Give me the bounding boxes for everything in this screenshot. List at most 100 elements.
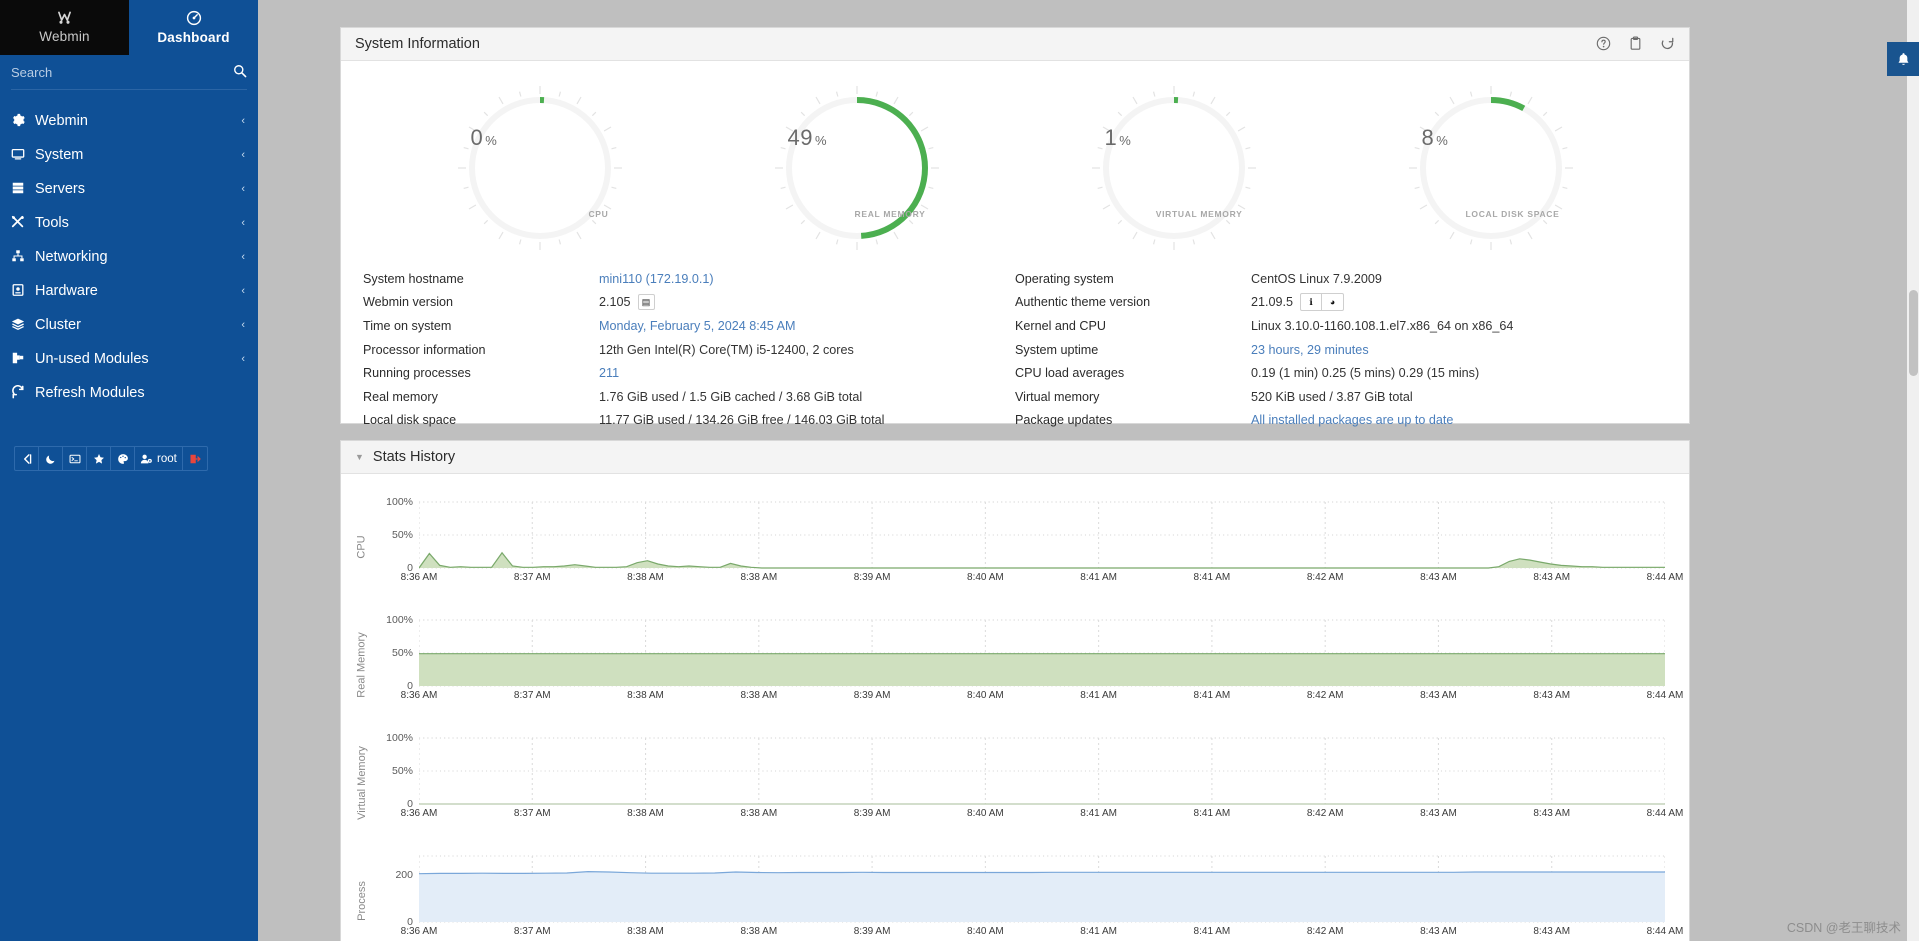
layers-icon bbox=[11, 317, 35, 334]
chart-virtual-memory-axis-label: Virtual Memory bbox=[356, 746, 369, 820]
info-circle-icon[interactable]: ℹ bbox=[1301, 294, 1323, 311]
x-tick-label: 8:41 AM bbox=[1080, 690, 1117, 701]
user-account-button[interactable]: root bbox=[135, 447, 183, 470]
y-tick-label: 200 bbox=[395, 868, 413, 881]
info-row: Operating system CentOS Linux 7.9.2009 bbox=[1015, 267, 1667, 291]
favorites-button[interactable] bbox=[87, 447, 111, 470]
gauge-virtual-memory-label: VIRTUAL MEMORY bbox=[1155, 209, 1243, 219]
sidebar-item-hardware[interactable]: Hardware ‹ bbox=[0, 274, 258, 308]
terminal-button[interactable] bbox=[63, 447, 87, 470]
y-tick-label: 100% bbox=[386, 496, 413, 508]
chart-real-memory-plot: 8:36 AM 8:37 AM 8:38 AM 8:38 AM 8:39 AM 8:40 … bbox=[401, 606, 1683, 724]
collapse-sidebar-button[interactable] bbox=[15, 447, 39, 470]
stats-history-title: Stats History bbox=[372, 449, 456, 465]
sidebar-item-label: System bbox=[35, 147, 84, 163]
gauge-cpu-value: 0% bbox=[470, 125, 498, 150]
x-tick-label: 8:39 AM bbox=[853, 926, 891, 937]
info-row: Local disk space 11.77 GiB used / 134.26 … bbox=[363, 409, 1015, 433]
y-tick-label: 50% bbox=[391, 647, 413, 659]
palette-icon[interactable]: ◕ bbox=[1322, 294, 1343, 310]
sidebar-item-label: Hardware bbox=[35, 283, 98, 299]
gauge-local-disk-space-value: 8% bbox=[1421, 125, 1449, 150]
gauge-cpu: 0% CPU bbox=[449, 77, 631, 259]
help-icon[interactable] bbox=[1596, 36, 1611, 53]
brand-webmin-tab[interactable]: Webmin bbox=[0, 0, 129, 55]
gauge-real-memory: 49% REAL MEMORY bbox=[766, 77, 948, 259]
info-key: Local disk space bbox=[363, 413, 457, 428]
info-value-text: 21.09.5 bbox=[1251, 295, 1294, 310]
sidebar-item-label: Servers bbox=[35, 181, 85, 197]
webmin-logo-icon bbox=[56, 11, 73, 28]
page-scrollbar-thumb[interactable] bbox=[1909, 290, 1918, 376]
info-row: Running processes 211 bbox=[363, 361, 1015, 385]
sidebar-item-webmin[interactable]: Webmin ‹ bbox=[0, 104, 258, 138]
chart-real-memory-axis-label: Real Memory bbox=[356, 632, 368, 698]
chevron-left-icon: ‹ bbox=[241, 251, 245, 263]
info-value[interactable]: 23 hours, 29 minutes bbox=[1251, 343, 1369, 357]
x-tick-label: 8:36 AM bbox=[400, 690, 438, 701]
theme-action-buttons: ℹ ◕ bbox=[1300, 293, 1345, 312]
search-bar[interactable] bbox=[11, 55, 247, 90]
chevron-down-icon[interactable]: ▼ bbox=[355, 452, 364, 462]
sidebar-item-system[interactable]: System ‹ bbox=[0, 138, 258, 172]
x-tick-label: 8:38 AM bbox=[740, 926, 778, 937]
x-tick-label: 8:42 AM bbox=[1306, 690, 1344, 701]
y-tick-label: 100% bbox=[386, 614, 413, 626]
x-tick-label: 8:41 AM bbox=[1193, 926, 1231, 937]
theme-palette-button[interactable] bbox=[111, 447, 135, 470]
info-value[interactable]: All installed packages are up to date bbox=[1251, 413, 1453, 427]
chart-canvas bbox=[419, 737, 1665, 805]
refresh-icon[interactable] bbox=[1660, 36, 1675, 53]
info-value[interactable]: mini110 (172.19.0.1) bbox=[599, 272, 714, 286]
info-value[interactable]: Monday, February 5, 2024 8:45 AM bbox=[599, 319, 795, 333]
sidebar-item-tools[interactable]: Tools ‹ bbox=[0, 206, 258, 240]
info-key: System hostname bbox=[363, 271, 464, 286]
x-tick-label: 8:44 AM bbox=[1646, 690, 1684, 701]
sidebar-item-networking[interactable]: Networking ‹ bbox=[0, 240, 258, 274]
x-tick-label: 8:39 AM bbox=[853, 572, 891, 583]
info-row: Webmin version 2.105 ▤ bbox=[363, 291, 1015, 315]
sidebar-item-servers[interactable]: Servers ‹ bbox=[0, 172, 258, 206]
info-key: Time on system bbox=[363, 318, 452, 333]
logout-button[interactable] bbox=[183, 447, 207, 470]
chevron-left-icon: ‹ bbox=[241, 115, 245, 127]
dark-mode-button[interactable] bbox=[39, 447, 63, 470]
x-tick-label: 8:41 AM bbox=[1193, 690, 1231, 701]
sidebar: Webmin Dashboard Search Webmin ‹ System … bbox=[0, 0, 258, 941]
info-column-right: Operating system CentOS Linux 7.9.2009 Au… bbox=[1015, 267, 1667, 432]
system-information-table: System hostname mini110 (172.19.0.1) Webm… bbox=[341, 261, 1689, 432]
chart-cpu-plot: 8:36 AM 8:37 AM 8:38 AM 8:38 AM 8:39 AM 8:40 … bbox=[401, 488, 1683, 606]
sidebar-item-cluster[interactable]: Cluster ‹ bbox=[0, 308, 258, 342]
chart-area-fill bbox=[419, 653, 1665, 686]
x-tick-label: 8:38 AM bbox=[627, 572, 664, 583]
info-row: Time on system Monday, February 5, 2024 8… bbox=[363, 314, 1015, 338]
info-value: 2.105 ▤ bbox=[599, 294, 655, 311]
tab-dashboard[interactable]: Dashboard bbox=[129, 0, 258, 55]
search-input[interactable] bbox=[11, 64, 211, 80]
info-value: CentOS Linux 7.9.2009 bbox=[1251, 271, 1382, 286]
hardware-icon bbox=[11, 283, 35, 300]
clipboard-icon[interactable] bbox=[1628, 35, 1643, 53]
sidebar-item-unused-modules[interactable]: Un-used Modules ‹ bbox=[0, 342, 258, 376]
y-tick-label: 50% bbox=[391, 765, 413, 777]
gauge-local-disk-space-label: LOCAL DISK SPACE bbox=[1465, 209, 1560, 219]
x-tick-label: 8:43 AM bbox=[1533, 690, 1571, 701]
info-row: Processor information 12th Gen Intel(R) C… bbox=[363, 338, 1015, 362]
info-value[interactable]: 211 bbox=[599, 366, 619, 380]
webmin-version-badge-icon[interactable]: ▤ bbox=[637, 294, 655, 311]
search-icon[interactable] bbox=[233, 64, 247, 81]
sidebar-item-refresh-modules[interactable]: Refresh Modules bbox=[0, 376, 258, 410]
chart-real-memory: Real Memory 0 50% 100% 8:36 AM 8:37 AM 8:38 … bbox=[351, 606, 1683, 724]
x-tick-label: 8:41 AM bbox=[1080, 808, 1117, 819]
x-tick-label: 8:42 AM bbox=[1306, 572, 1344, 583]
x-tick-label: 8:38 AM bbox=[740, 572, 778, 583]
sidebar-menu: Webmin ‹ System ‹ Servers ‹ Tools ‹ Netw… bbox=[0, 90, 258, 410]
stats-history-header[interactable]: ▼ Stats History bbox=[341, 441, 1689, 474]
webmin-dashboard: Webmin Dashboard Search Webmin ‹ System … bbox=[0, 0, 1919, 941]
page-scrollbar-track[interactable] bbox=[1907, 0, 1919, 941]
notifications-button[interactable] bbox=[1887, 42, 1919, 76]
info-key: Real memory bbox=[363, 389, 438, 404]
x-tick-label: 8:43 AM bbox=[1533, 926, 1571, 937]
chevron-left-icon: ‹ bbox=[241, 149, 245, 161]
panel-header-actions bbox=[1596, 35, 1675, 53]
